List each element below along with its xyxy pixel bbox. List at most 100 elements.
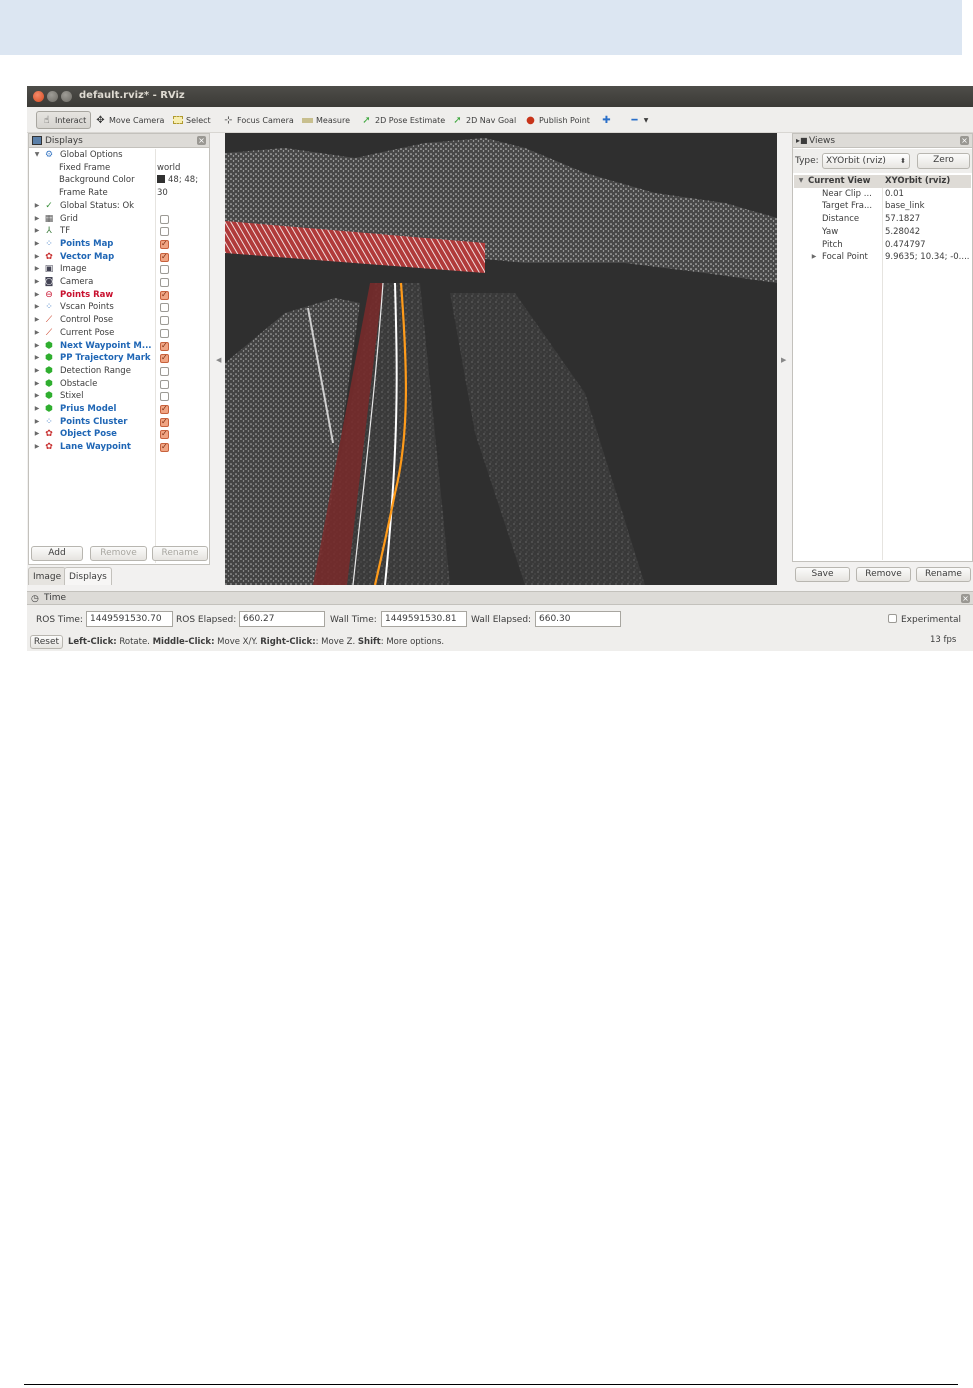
display-item-row[interactable]: ▶ ⬢ Stixel — [30, 390, 208, 403]
display-item-row[interactable]: ▶ ⊖ Points Raw — [30, 289, 208, 302]
expand-arrow-icon[interactable]: ▶ — [810, 251, 818, 264]
expand-arrow-icon[interactable]: ▶ — [33, 416, 41, 429]
display-item-row[interactable]: ▶ ✿ Lane Waypoint — [30, 441, 208, 454]
expand-arrow-icon[interactable]: ▶ — [33, 276, 41, 289]
display-enable-checkbox[interactable] — [160, 403, 169, 416]
wall-time-field[interactable]: 1449591530.81 — [381, 611, 467, 627]
view-property-row[interactable]: Yaw 5.28042 — [794, 226, 971, 239]
select-tool[interactable]: Select — [173, 111, 211, 129]
close-icon[interactable]: × — [960, 136, 969, 145]
display-item-row[interactable]: ▶ ⁘ Points Cluster — [30, 416, 208, 429]
display-item-row[interactable]: ▶ ⁘ Vscan Points — [30, 301, 208, 314]
display-item-row[interactable]: ▶ ⅄ TF — [30, 225, 208, 238]
display-item-row[interactable]: ▶ ⟋ Control Pose — [30, 314, 208, 327]
display-enable-checkbox[interactable] — [160, 251, 169, 263]
display-enable-checkbox[interactable] — [160, 379, 169, 389]
display-item-row[interactable]: ▶ ◙ Camera — [30, 276, 208, 289]
display-item-row[interactable]: ▶ ✿ Object Pose — [30, 428, 208, 441]
reset-button[interactable]: Reset — [30, 635, 63, 649]
wall-elapsed-field[interactable]: 660.30 — [535, 611, 621, 627]
expand-arrow-icon[interactable]: ▶ — [33, 238, 41, 251]
remove-display-button[interactable]: Remove — [90, 546, 147, 561]
view-property-row[interactable]: Distance 57.1827 — [794, 213, 971, 226]
view-property-value[interactable]: 0.01 — [885, 188, 904, 201]
display-item-row[interactable]: ▶ ✿ Vector Map — [30, 251, 208, 263]
measure-tool[interactable]: Measure — [302, 111, 350, 129]
display-enable-checkbox[interactable] — [160, 238, 169, 251]
display-item-row[interactable]: ▶ ⟋ Current Pose — [30, 327, 208, 340]
expand-arrow-icon[interactable]: ▶ — [33, 378, 41, 391]
display-enable-checkbox[interactable] — [160, 214, 169, 224]
add-display-button[interactable]: Add — [31, 546, 83, 561]
display-item-row[interactable]: ▶ ⬢ Obstacle — [30, 378, 208, 391]
expand-arrow-icon[interactable]: ▶ — [33, 428, 41, 441]
view-property-value[interactable]: 57.1827 — [885, 213, 920, 226]
tab-image[interactable]: Image — [28, 567, 67, 585]
tree-row-fixed-frame[interactable]: Fixed Frame world — [30, 162, 208, 175]
display-enable-checkbox[interactable] — [160, 352, 169, 365]
expand-arrow-icon[interactable]: ▶ — [33, 340, 41, 353]
display-enable-checkbox[interactable] — [160, 316, 169, 326]
interact-tool[interactable]: ☝ Interact — [36, 111, 92, 129]
rename-display-button[interactable]: Rename — [152, 546, 208, 561]
expand-arrow-icon[interactable]: ▶ — [33, 200, 41, 213]
remove-tool-button[interactable]: ━ ▼ — [629, 111, 649, 129]
focus-camera-tool[interactable]: ⊹ Focus Camera — [223, 111, 294, 129]
move-camera-tool[interactable]: ✥ Move Camera — [95, 111, 164, 129]
display-enable-checkbox[interactable] — [160, 289, 169, 301]
display-item-row[interactable]: ▶ ▦ Grid — [30, 213, 208, 226]
display-enable-checkbox[interactable] — [160, 340, 169, 352]
view-property-row[interactable]: Target Fra... base_link — [794, 200, 971, 213]
expand-arrow-icon[interactable]: ▶ — [33, 365, 41, 378]
publish-point-tool[interactable]: ● Publish Point — [525, 111, 590, 129]
minimize-window-button[interactable] — [47, 91, 58, 102]
display-item-row[interactable]: ▶ ⬢ Prius Model — [30, 403, 208, 416]
left-splitter-handle[interactable]: ◀ — [216, 356, 221, 364]
expand-arrow-icon[interactable]: ▶ — [33, 403, 41, 416]
view-property-row[interactable]: ▶ Focal Point 9.9635; 10.34; -0.... — [794, 251, 971, 264]
close-window-button[interactable] — [33, 91, 44, 102]
ros-time-field[interactable]: 1449591530.70 — [86, 611, 173, 627]
tree-row-frame-rate[interactable]: Frame Rate 30 — [30, 187, 208, 200]
remove-view-button[interactable]: Remove — [856, 567, 911, 582]
display-enable-checkbox[interactable] — [160, 366, 169, 376]
display-enable-checkbox[interactable] — [160, 328, 169, 338]
display-enable-checkbox[interactable] — [160, 416, 169, 428]
display-enable-checkbox[interactable] — [160, 303, 169, 313]
display-enable-checkbox[interactable] — [160, 227, 169, 237]
display-item-row[interactable]: ▶ ⬢ Detection Range — [30, 365, 208, 378]
expand-arrow-icon[interactable]: ▶ — [33, 390, 41, 403]
tree-row-global-options[interactable]: ▼ ⚙ Global Options — [30, 149, 208, 162]
experimental-checkbox[interactable] — [888, 614, 897, 623]
save-view-button[interactable]: Save — [795, 567, 850, 582]
display-item-row[interactable]: ▶ ⬢ Next Waypoint M... — [30, 340, 208, 353]
add-tool-button[interactable]: ✚ — [601, 111, 612, 129]
expand-arrow-icon[interactable]: ▶ — [33, 327, 41, 340]
expand-arrow-icon[interactable]: ▶ — [33, 213, 41, 226]
expand-arrow-icon[interactable]: ▶ — [33, 314, 41, 327]
expand-arrow-icon[interactable]: ▶ — [33, 289, 41, 302]
display-item-row[interactable]: ▶ ⬢ PP Trajectory Mark — [30, 352, 208, 365]
display-enable-checkbox[interactable] — [160, 265, 169, 275]
point-cloud-render[interactable] — [225, 133, 777, 585]
view-property-row[interactable]: Near Clip ... 0.01 — [794, 188, 971, 201]
3d-render-viewport[interactable] — [225, 133, 777, 585]
expand-arrow-icon[interactable]: ▶ — [33, 301, 41, 314]
tree-row-global-status[interactable]: ▶ ✓ Global Status: Ok — [30, 200, 208, 213]
view-property-value[interactable]: 5.28042 — [885, 226, 920, 239]
expand-arrow-icon[interactable]: ▶ — [33, 352, 41, 365]
tree-row-current-view[interactable]: ▼ Current View XYOrbit (rviz) — [794, 175, 971, 188]
expand-arrow-icon[interactable]: ▶ — [33, 225, 41, 238]
view-type-select[interactable]: XYOrbit (rviz) ⬍ — [822, 153, 910, 169]
tree-row-background-color[interactable]: Background Color 48; 48; — [30, 174, 208, 187]
expand-arrow-icon[interactable]: ▶ — [33, 441, 41, 454]
display-enable-checkbox[interactable] — [160, 428, 169, 441]
zero-button[interactable]: Zero — [917, 153, 970, 169]
display-enable-checkbox[interactable] — [160, 278, 169, 287]
view-property-value[interactable]: 9.9635; 10.34; -0.... — [885, 251, 970, 264]
view-property-value[interactable]: base_link — [885, 200, 925, 213]
view-property-value[interactable]: 0.474797 — [885, 239, 926, 252]
right-splitter-handle[interactable]: ▶ — [781, 356, 786, 364]
display-item-row[interactable]: ▶ ⁘ Points Map — [30, 238, 208, 251]
2d-pose-estimate-tool[interactable]: ➚ 2D Pose Estimate — [361, 111, 445, 129]
